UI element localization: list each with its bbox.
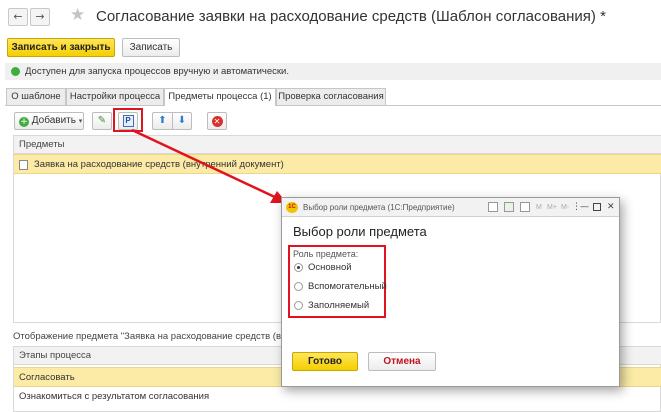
dialog-titlebar: 1С Выбор роли предмета (1С:Предприятие) … [282, 198, 619, 217]
app-logo-icon: 1С [286, 202, 298, 213]
maximize-icon[interactable] [593, 203, 601, 211]
radio-main[interactable] [294, 263, 303, 272]
radio-auxiliary[interactable] [294, 282, 303, 291]
radio-auxiliary-label[interactable]: Вспомогательный [308, 281, 387, 292]
choose-role-dialog: 1С Выбор роли предмета (1С:Предприятие) … [281, 197, 620, 387]
role-field-label: Роль предмета: [293, 249, 359, 259]
calculator-icon[interactable] [504, 202, 514, 212]
minimize-icon[interactable]: — [580, 198, 589, 217]
radio-main-label[interactable]: Основной [308, 262, 352, 273]
dialog-window-title: Выбор роли предмета (1С:Предприятие) [303, 203, 455, 212]
done-button[interactable]: Готово [292, 352, 358, 371]
radio-fillable[interactable] [294, 301, 303, 310]
memory-minus-button[interactable]: M- [561, 198, 569, 217]
print-icon[interactable] [488, 202, 498, 212]
close-icon[interactable]: ✕ [607, 198, 615, 217]
cancel-button[interactable]: Отмена [368, 352, 436, 371]
dialog-heading: Выбор роли предмета [293, 224, 427, 239]
calendar-icon[interactable] [520, 202, 530, 212]
memory-m-button[interactable]: M [536, 198, 542, 217]
memory-plus-button[interactable]: M+ [547, 198, 557, 217]
radio-fillable-label[interactable]: Заполняемый [308, 300, 369, 311]
